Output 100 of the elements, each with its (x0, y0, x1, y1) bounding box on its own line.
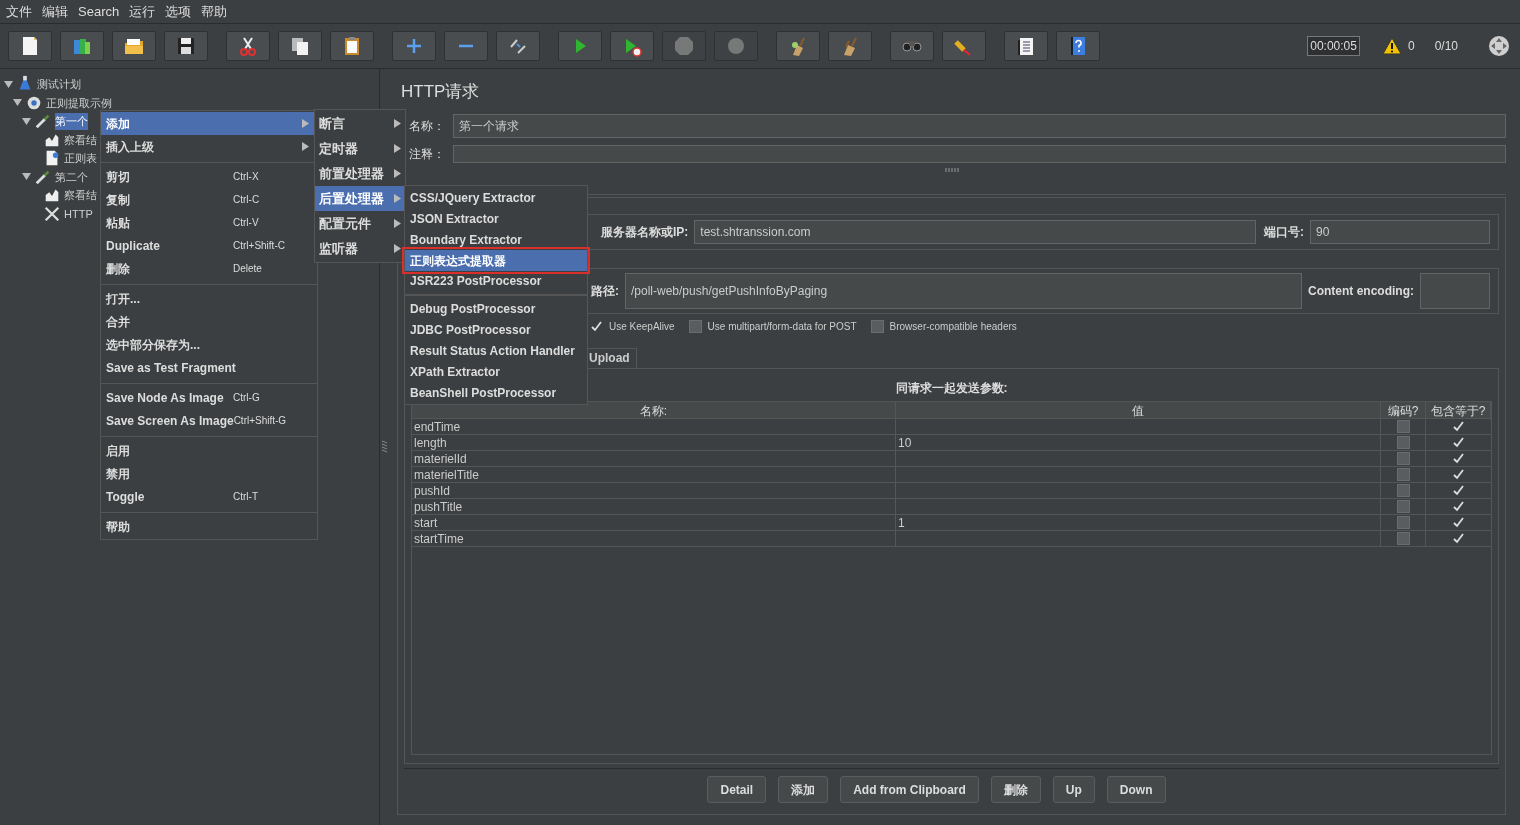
expand-caret-icon[interactable] (4, 79, 13, 89)
submenu-item[interactable]: JSR223 PostProcessor (405, 271, 587, 296)
comment-field[interactable] (453, 144, 1506, 163)
submenu-item[interactable]: 后置处理器 (315, 186, 405, 211)
context-menu-item[interactable]: 选中部分保存为... (101, 333, 317, 356)
submenu-arrow-icon (394, 244, 401, 253)
name-field[interactable]: 第一个请求 (453, 113, 1506, 138)
context-menu-item[interactable]: 复制 Ctrl-C (101, 188, 317, 211)
toolbar-button[interactable] (278, 31, 322, 61)
encoding-field[interactable] (1420, 272, 1490, 309)
expand-caret-icon[interactable] (22, 116, 31, 126)
toolbar-button[interactable] (226, 31, 270, 61)
submenu-item[interactable]: Boundary Extractor (405, 229, 587, 250)
context-menu-item[interactable]: 插入上级 (101, 135, 317, 158)
tree-item[interactable]: 测试计划 (37, 76, 81, 93)
option-label: Use KeepAlive (609, 320, 675, 334)
checkbox[interactable] (1396, 436, 1410, 449)
menu-item[interactable]: 帮助 (196, 1, 233, 22)
action-button[interactable]: Up (1052, 776, 1095, 803)
table-cell: startTime (412, 530, 896, 547)
toolbar-button[interactable] (776, 31, 820, 61)
checkbox[interactable] (1396, 500, 1410, 513)
action-button[interactable]: 删除 (990, 776, 1041, 803)
checkbox[interactable] (1396, 452, 1410, 465)
toolbar-button[interactable] (1004, 31, 1048, 61)
submenu-item[interactable]: 配置元件 (315, 211, 405, 236)
tree-item[interactable]: 察看结 (64, 131, 97, 148)
context-menu-item[interactable]: 帮助 (101, 515, 317, 538)
server-field[interactable]: test.shtranssion.com (694, 219, 1256, 244)
column-header[interactable]: 编码? (1381, 401, 1426, 420)
toolbar-button[interactable] (496, 31, 540, 61)
submenu-item[interactable]: 定时器 (315, 136, 405, 161)
submenu-item[interactable]: Debug PostProcessor (405, 298, 587, 319)
submenu-item[interactable]: 前置处理器 (315, 161, 405, 186)
copy-icon (289, 35, 311, 57)
splitter-grip-icon[interactable] (944, 167, 959, 172)
context-menu-item[interactable]: Save Screen As ImageCtrl+Shift-G (101, 409, 317, 432)
table-cell: pushTitle (412, 498, 896, 515)
warning-icon[interactable] (1381, 37, 1402, 55)
submenu-item[interactable]: 监听器 (315, 236, 405, 261)
submenu-item[interactable]: 断言 (315, 111, 405, 136)
checkbox[interactable] (688, 320, 702, 333)
menu-item[interactable]: 运行 (124, 1, 161, 22)
menu-item[interactable]: 选项 (160, 1, 197, 22)
toolbar-button[interactable] (60, 31, 104, 61)
context-menu-item[interactable]: Save as Test Fragment (101, 356, 317, 379)
submenu-item[interactable]: JSON Extractor (405, 208, 587, 229)
path-field[interactable]: /poll-web/push/getPushInfoByPaging (625, 272, 1302, 309)
context-menu-item[interactable]: 启用 (101, 439, 317, 462)
checkbox[interactable] (1396, 516, 1410, 529)
checkbox[interactable] (1396, 468, 1410, 481)
tree-item[interactable]: 察看结 (64, 187, 97, 204)
toolbar-button[interactable] (1056, 31, 1100, 61)
menu-item[interactable]: Search (73, 1, 125, 22)
column-header[interactable]: 值 (896, 401, 1381, 420)
menu-item[interactable]: 编辑 (37, 1, 73, 22)
action-button[interactable]: Down (1106, 776, 1166, 803)
column-header[interactable]: 包含等于? (1426, 401, 1491, 420)
submenu-item[interactable]: JDBC PostProcessor (405, 319, 587, 340)
expand-caret-icon[interactable] (22, 172, 31, 182)
action-button[interactable]: 添加 (778, 776, 829, 803)
context-menu-item[interactable]: 添加 (101, 112, 317, 135)
tree-item[interactable]: HTTP (64, 205, 93, 222)
checkbox[interactable] (1396, 532, 1410, 545)
tree-item[interactable]: 正则表 (64, 150, 97, 167)
field-label: 路径: (591, 282, 619, 300)
checkbox[interactable] (1396, 484, 1410, 497)
tree-item[interactable]: 第二个 (55, 168, 88, 185)
context-menu-item[interactable]: 禁用 (101, 462, 317, 485)
context-menu-item[interactable]: Duplicate Ctrl+Shift-C (101, 234, 317, 257)
context-menu-item[interactable]: 删除 Delete (101, 257, 317, 280)
tree-item[interactable]: 第一个 (55, 113, 88, 130)
checkbox[interactable] (870, 320, 884, 333)
toolbar-button[interactable] (112, 31, 156, 61)
context-menu-item[interactable]: Save Node As Image Ctrl-G (101, 386, 317, 409)
expand-caret-icon[interactable] (13, 98, 22, 108)
toolbar-button[interactable] (610, 31, 654, 61)
port-field[interactable]: 90 (1310, 219, 1490, 244)
toolbar-button[interactable] (8, 31, 52, 61)
floppy-icon (175, 35, 197, 57)
submenu-arrow-icon (394, 194, 401, 203)
field-label: 名称： (409, 117, 446, 135)
toolbar-button[interactable] (942, 31, 986, 61)
toolbar-button[interactable] (164, 31, 208, 61)
action-button[interactable]: Add from Clipboard (840, 776, 979, 803)
toolbar-button[interactable] (330, 31, 374, 61)
tree-item[interactable]: 正则提取示例 (46, 94, 112, 111)
menu-item[interactable]: 文件 (1, 1, 37, 22)
context-menu-item[interactable]: 粘贴 Ctrl-V (101, 211, 317, 234)
context-menu-item[interactable]: 合并 (101, 310, 317, 333)
checkbox[interactable] (1396, 420, 1410, 433)
submenu-item[interactable]: BeanShell PostProcessor (405, 382, 587, 403)
splitter-grip-icon[interactable] (382, 440, 387, 454)
action-button[interactable]: Detail (707, 776, 767, 803)
context-menu-item[interactable]: Toggle Ctrl-T (101, 485, 317, 508)
submenu-item[interactable]: 正则表达式提取器 (405, 250, 587, 271)
context-menu-item[interactable]: 打开... (101, 287, 317, 310)
context-menu-item[interactable]: 剪切 Ctrl-X (101, 165, 317, 188)
submenu-arrow-icon (394, 169, 401, 178)
submenu-item[interactable]: CSS/JQuery Extractor (405, 187, 587, 208)
